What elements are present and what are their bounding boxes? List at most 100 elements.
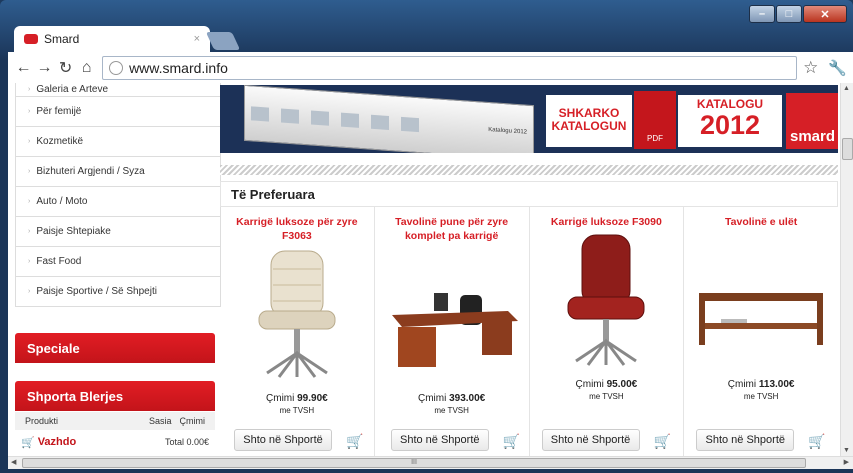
- product-card: Karrigë luksoze për zyre F3063 Çmimi 99.…: [220, 207, 374, 456]
- col-qty: Sasia: [148, 416, 172, 426]
- scroll-up-icon[interactable]: ▲: [843, 85, 850, 92]
- product-price: Çmimi 95.00€: [575, 379, 638, 390]
- sidebar-item-fast-food[interactable]: › Fast Food: [15, 247, 221, 277]
- table-image[interactable]: [691, 231, 831, 371]
- desk-image[interactable]: [382, 245, 522, 385]
- scroll-down-icon[interactable]: ▼: [843, 447, 850, 454]
- col-price: Çmimi: [179, 416, 206, 426]
- add-to-cart-button[interactable]: Shto në Shportë: [541, 429, 640, 451]
- catalog-strip-image: Katalogu 2012: [244, 85, 534, 153]
- add-to-cart-button[interactable]: Shto në Shportë: [696, 429, 795, 451]
- add-to-cart-button[interactable]: Shto në Shportë: [234, 429, 332, 451]
- chevron-right-icon: ›: [28, 86, 31, 93]
- product-name[interactable]: Tavolinë pune për zyre komplet pa karrig…: [375, 215, 529, 245]
- tax-note: me TVSH: [434, 406, 469, 415]
- product-name[interactable]: Karrigë luksoze për zyre F3063: [220, 215, 374, 245]
- sidebar-item-femije[interactable]: › Për femijë: [15, 97, 221, 127]
- smard-logo: smard: [786, 93, 838, 149]
- scroll-right-icon[interactable]: ▶: [844, 458, 849, 466]
- chevron-right-icon: ›: [28, 258, 31, 265]
- cart-icon[interactable]: 🛒: [808, 434, 825, 448]
- forward-icon[interactable]: →: [35, 57, 54, 79]
- chevron-right-icon: ›: [28, 228, 31, 235]
- divider: [220, 165, 838, 175]
- download-catalog-text: SHKARKO KATALOGUN: [546, 95, 632, 147]
- category-list: › Galeria e Arteve › Për femijë › Kozmetikë…: [15, 83, 221, 307]
- new-tab-button[interactable]: [205, 32, 241, 50]
- product-card: Tavolinë e ulët Çmimi 113.00€ me TVSH Sh…: [683, 207, 838, 456]
- page-viewport: › Galeria e Arteve › Për femijë › Kozmetikë…: [8, 83, 853, 456]
- minimize-button[interactable]: –: [749, 5, 775, 23]
- pdf-icon: PDF: [634, 91, 676, 149]
- product-price: Çmimi 99.90€: [266, 393, 328, 404]
- bookmark-star-icon[interactable]: ☆: [803, 58, 818, 78]
- col-product: Produkti: [25, 416, 59, 426]
- product-grid: Karrigë luksoze për zyre F3063 Çmimi 99.…: [220, 207, 838, 456]
- add-to-cart-button[interactable]: Shto në Shportë: [390, 429, 489, 451]
- chevron-right-icon: ›: [28, 108, 31, 115]
- cart-total: Total 0.00€: [164, 437, 209, 447]
- thumb-image: [281, 108, 299, 124]
- sidebar-item-bizhuteri[interactable]: › Bizhuteri Argjendi / Syza: [15, 157, 221, 187]
- chevron-right-icon: ›: [28, 168, 31, 175]
- cart-columns: Produkti Sasia Çmimi: [15, 412, 215, 430]
- horizontal-scrollbar[interactable]: ◀ III ▶: [8, 456, 853, 469]
- cart-icon[interactable]: 🛒: [503, 434, 520, 448]
- thumb-image: [251, 106, 269, 122]
- sidebar-item-paisje-shtepiake[interactable]: › Paisje Shtepiake: [15, 217, 221, 247]
- maximize-button[interactable]: □: [776, 5, 802, 23]
- chevron-right-icon: ›: [28, 198, 31, 205]
- tax-note: me TVSH: [279, 406, 315, 415]
- browser-toolbar: ← → ↻ ⌂ www.smard.info ☆ 🔧: [8, 52, 853, 83]
- scroll-thumb[interactable]: III: [22, 458, 806, 468]
- sidebar-item-kozmetike[interactable]: › Kozmetikë: [15, 127, 221, 157]
- sidebar-item-auto-moto[interactable]: › Auto / Moto: [15, 187, 221, 217]
- thumb-image: [341, 112, 359, 128]
- product-card: Tavolinë pune për zyre komplet pa karrig…: [373, 207, 529, 456]
- strip-label: Katalogu 2012: [488, 126, 527, 136]
- home-icon[interactable]: ⌂: [77, 57, 96, 79]
- product-price: Çmimi 393.00€: [417, 393, 486, 404]
- scroll-left-icon[interactable]: ◀: [11, 458, 16, 466]
- tab-strip: Smard ×: [0, 22, 853, 52]
- catalog-banner[interactable]: Katalogu 2012 SHKARKO KATALOGUN PDF KATAL…: [220, 85, 838, 153]
- url-text: www.smard.info: [129, 59, 228, 76]
- tab-close-icon[interactable]: ×: [194, 33, 200, 45]
- sidebar-item-galeria[interactable]: › Galeria e Arteve: [15, 83, 221, 97]
- chair-image[interactable]: [237, 245, 357, 385]
- smard-favicon-icon: [24, 34, 38, 44]
- catalog-year: KATALOGU 2012: [678, 95, 782, 147]
- chevron-right-icon: ›: [28, 288, 31, 295]
- reload-icon[interactable]: ↻: [56, 57, 75, 79]
- continue-link[interactable]: Vazhdo: [38, 436, 77, 448]
- tab-smard[interactable]: Smard ×: [14, 26, 210, 52]
- cart-header: Shporta Blerjes: [15, 381, 215, 411]
- page-icon: [109, 60, 124, 75]
- scroll-thumb[interactable]: [842, 138, 853, 160]
- chevron-right-icon: ›: [28, 138, 31, 145]
- product-card: Karrigë luksoze F3090 Çmimi 95.00€ me TV…: [528, 207, 684, 456]
- main-content: Katalogu 2012 SHKARKO KATALOGUN PDF KATAL…: [220, 83, 840, 456]
- cart-icon: 🛒: [21, 436, 35, 449]
- speciale-header[interactable]: Speciale: [15, 333, 215, 363]
- cart-icon[interactable]: 🛒: [654, 434, 671, 448]
- address-bar[interactable]: www.smard.info: [102, 55, 798, 80]
- window-controls: – □ ✕: [749, 5, 847, 23]
- thumb-image: [371, 114, 389, 130]
- chair-image[interactable]: [546, 231, 666, 371]
- wrench-menu-icon[interactable]: 🔧: [828, 59, 847, 77]
- cart-summary-row: 🛒 Vazhdo Total 0.00€: [15, 431, 215, 453]
- close-window-button[interactable]: ✕: [803, 5, 847, 23]
- back-icon[interactable]: ←: [14, 57, 33, 79]
- tax-note: me TVSH: [743, 392, 779, 401]
- section-title: Të Preferuara: [220, 181, 838, 207]
- thumb-image: [311, 110, 329, 126]
- sidebar: › Galeria e Arteve › Për femijë › Kozmetikë…: [15, 83, 221, 456]
- cart-icon[interactable]: 🛒: [346, 434, 363, 448]
- product-price: Çmimi 113.00€: [727, 379, 795, 390]
- vertical-scrollbar[interactable]: ▲ ▼: [840, 83, 853, 456]
- tax-note: me TVSH: [589, 392, 624, 401]
- tab-title: Smard: [44, 32, 80, 46]
- sidebar-item-paisje-sportive[interactable]: › Paisje Sportive / Së Shpejti: [15, 277, 221, 307]
- thumb-image: [401, 116, 419, 133]
